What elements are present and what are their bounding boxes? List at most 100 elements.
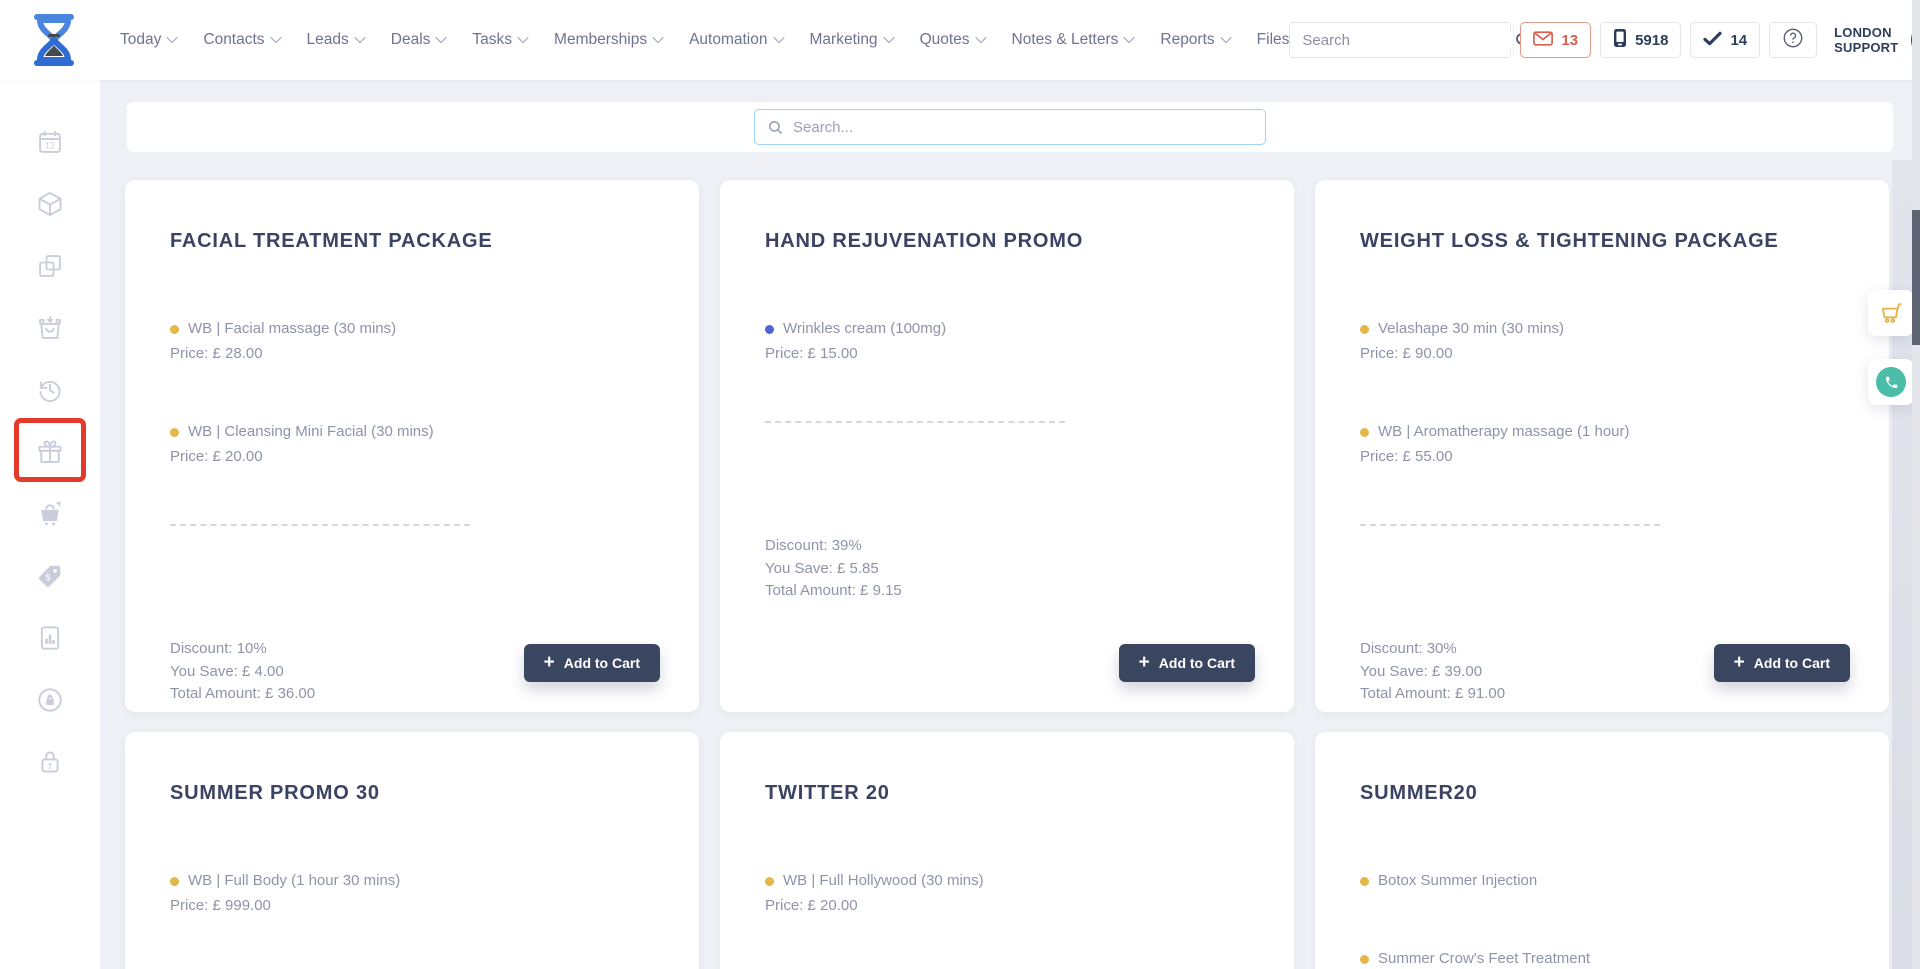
dashed-divider — [765, 421, 1065, 423]
item-name-row: WB | Aromatherapy massage (1 hour) — [1360, 421, 1849, 443]
mail-notifications-badge[interactable]: 13 — [1520, 22, 1591, 58]
chevron-down-icon — [883, 31, 894, 42]
item-name-row: Summer Crow's Feet Treatment — [1360, 948, 1849, 969]
package-search-input[interactable] — [793, 119, 1253, 136]
search-icon — [767, 119, 784, 136]
scrollbar-track[interactable] — [1912, 0, 1920, 969]
plus-icon: + — [544, 653, 555, 672]
scrollbar-thumb[interactable] — [1912, 210, 1920, 345]
copy-icon[interactable] — [36, 252, 64, 280]
lock-icon[interactable] — [36, 748, 64, 776]
nav-item-label: Notes & Letters — [1012, 31, 1119, 49]
add-to-cart-button[interactable]: + Add to Cart — [524, 644, 660, 682]
nav-item-label: Deals — [391, 31, 431, 49]
report-icon[interactable] — [36, 624, 64, 652]
package-search-box — [754, 109, 1266, 145]
mobile-phone-icon — [1613, 28, 1627, 52]
calls-badge[interactable]: 5918 — [1600, 22, 1681, 58]
nav-item-label: Files — [1257, 31, 1290, 49]
main-nav: Today Contacts Leads Deals Tasks Members… — [120, 31, 1289, 49]
package-card: TWITTER 20 WB | Full Hollywood (30 mins)… — [720, 732, 1294, 969]
nav-item[interactable]: Leads — [307, 31, 364, 49]
nav-item-label: Marketing — [810, 31, 878, 49]
nav-item[interactable]: Today — [120, 31, 176, 49]
chevron-down-icon — [167, 31, 178, 42]
bullet-dot-icon — [765, 325, 774, 334]
chevron-down-icon — [270, 31, 281, 42]
cart-icon[interactable] — [36, 500, 64, 528]
item-name: WB | Facial massage (30 mins) — [188, 318, 396, 340]
package-item: WB | Full Body (1 hour 30 mins) Price: £… — [170, 870, 659, 917]
item-name-row: Botox Summer Injection — [1360, 870, 1849, 892]
nav-item[interactable]: Reports — [1160, 31, 1229, 49]
nav-item[interactable]: Files — [1257, 31, 1290, 49]
nav-item[interactable]: Automation — [689, 31, 782, 49]
item-price: Price: £ 20.00 — [170, 446, 659, 468]
package-icon[interactable] — [36, 190, 64, 218]
nav-item[interactable]: Memberships — [554, 31, 662, 49]
nav-item[interactable]: Tasks — [472, 31, 527, 49]
price-tag-icon[interactable]: $ — [36, 562, 64, 590]
package-items: Wrinkles cream (100mg) Price: £ 15.00 — [765, 318, 1254, 365]
nav-item-label: Automation — [689, 31, 767, 49]
nav-item[interactable]: Deals — [391, 31, 446, 49]
package-card: WEIGHT LOSS & TIGHTENING PACKAGE Velasha… — [1315, 180, 1889, 712]
brand-logo-hourglass-icon[interactable] — [28, 9, 80, 71]
user-name: LONDON SUPPORT — [1834, 25, 1898, 55]
top-nav-bar: Today Contacts Leads Deals Tasks Members… — [0, 0, 1920, 80]
discount-text: Discount: 39% — [765, 535, 1254, 558]
gift-icon[interactable] — [36, 438, 64, 466]
package-title: SUMMER PROMO 30 — [170, 778, 659, 808]
floating-phone-button[interactable] — [1868, 359, 1914, 405]
tasks-done-badge[interactable]: 14 — [1690, 22, 1760, 58]
nav-item[interactable]: Quotes — [920, 31, 985, 49]
item-price: Price: £ 28.00 — [170, 343, 659, 365]
package-items: WB | Full Body (1 hour 30 mins) Price: £… — [170, 870, 659, 917]
nav-item-label: Contacts — [203, 31, 264, 49]
package-item: WB | Facial massage (30 mins) Price: £ 2… — [170, 318, 659, 365]
package-title: SUMMER20 — [1360, 778, 1849, 808]
main-content: FACIAL TREATMENT PACKAGE WB | Facial mas… — [100, 80, 1920, 969]
nav-item-label: Tasks — [472, 31, 512, 49]
nav-item[interactable]: Marketing — [810, 31, 893, 49]
nav-item-label: Leads — [307, 31, 349, 49]
help-badge[interactable] — [1769, 22, 1817, 58]
calendar-icon[interactable]: 12 — [36, 128, 64, 156]
account-lock-icon[interactable] — [36, 686, 64, 714]
app-window: Today Contacts Leads Deals Tasks Members… — [0, 0, 1920, 969]
chevron-down-icon — [773, 31, 784, 42]
bag-download-icon[interactable] — [36, 314, 64, 342]
package-title: TWITTER 20 — [765, 778, 1254, 808]
chevron-down-icon — [436, 31, 447, 42]
nav-item[interactable]: Notes & Letters — [1012, 31, 1134, 49]
package-card: FACIAL TREATMENT PACKAGE WB | Facial mas… — [125, 180, 699, 712]
nav-item-label: Quotes — [920, 31, 970, 49]
total-amount-text: Total Amount: £ 91.00 — [1360, 683, 1849, 706]
add-to-cart-button[interactable]: + Add to Cart — [1119, 644, 1255, 682]
item-name-row: WB | Full Body (1 hour 30 mins) — [170, 870, 659, 892]
header-search-input[interactable] — [1290, 32, 1513, 49]
chevron-down-icon — [652, 31, 663, 42]
history-icon[interactable] — [36, 376, 64, 404]
add-to-cart-label: Add to Cart — [564, 655, 640, 671]
item-price: Price: £ 55.00 — [1360, 446, 1849, 468]
package-items: WB | Facial massage (30 mins) Price: £ 2… — [170, 318, 659, 468]
package-item: WB | Full Hollywood (30 mins) Price: £ 2… — [765, 870, 1254, 917]
item-price: Price: £ 20.00 — [765, 895, 1254, 917]
plus-icon: + — [1139, 653, 1150, 672]
bullet-dot-icon — [1360, 955, 1369, 964]
bullet-dot-icon — [765, 877, 774, 886]
bullet-dot-icon — [1360, 428, 1369, 437]
item-name: Summer Crow's Feet Treatment — [1378, 948, 1590, 969]
floating-cart-button[interactable] — [1868, 290, 1914, 336]
chevron-down-icon — [1220, 31, 1231, 42]
bullet-dot-icon — [170, 325, 179, 334]
add-to-cart-label: Add to Cart — [1754, 655, 1830, 671]
package-title: FACIAL TREATMENT PACKAGE — [170, 226, 659, 256]
add-to-cart-button[interactable]: + Add to Cart — [1714, 644, 1850, 682]
item-price: Price: £ 999.00 — [170, 895, 659, 917]
nav-item[interactable]: Contacts — [203, 31, 279, 49]
package-search-panel — [127, 102, 1893, 152]
chevron-down-icon — [354, 31, 365, 42]
package-card: SUMMER PROMO 30 WB | Full Body (1 hour 3… — [125, 732, 699, 969]
